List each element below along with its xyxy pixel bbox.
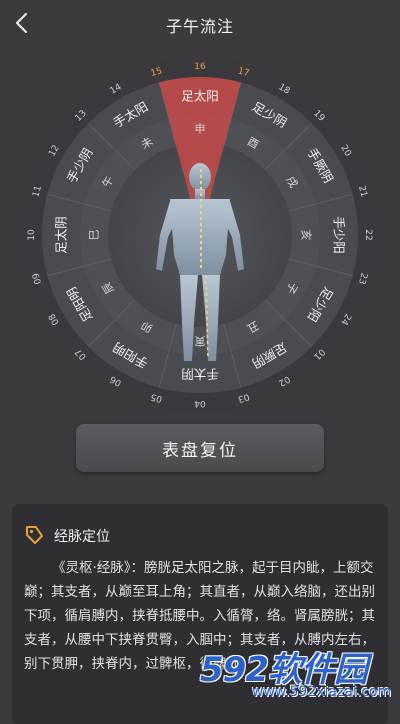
- meridian-clock-dial[interactable]: 15 16 17 18 19 20 21 22 23 24 01 02 03 04 05 06 07 08 09 10…: [0, 52, 400, 413]
- branch-label: 巳: [88, 230, 101, 241]
- hour-label: 10: [27, 229, 37, 241]
- site-watermark: 592软件园 www.592xiazai.com: [200, 636, 395, 706]
- panel-title: 经脉定位: [54, 529, 110, 545]
- meridian-label: 手少阳: [332, 216, 347, 254]
- branch-label: 寅: [195, 335, 206, 349]
- dial-svg[interactable]: 15 16 171819202122232401020304050607080910…: [0, 52, 400, 413]
- meridian-label: 足太阳: [181, 89, 219, 104]
- hour-label: 16: [194, 62, 206, 72]
- meridian-label: 足太阴: [54, 216, 69, 254]
- meridian-label: 手太阴: [181, 367, 219, 382]
- hour-label: 22: [363, 229, 373, 240]
- watermark-url: www.592xiazai.com: [252, 684, 392, 700]
- branch-label: 亥: [300, 230, 314, 241]
- branch-label: 申: [195, 123, 206, 136]
- page-title: 子午流注: [165, 17, 234, 36]
- hour-label: 04: [194, 398, 206, 408]
- reset-dial-button[interactable]: 表盘复位: [76, 424, 324, 472]
- pin-tag-icon: [26, 526, 43, 544]
- app-header: 子午流注: [0, 0, 400, 46]
